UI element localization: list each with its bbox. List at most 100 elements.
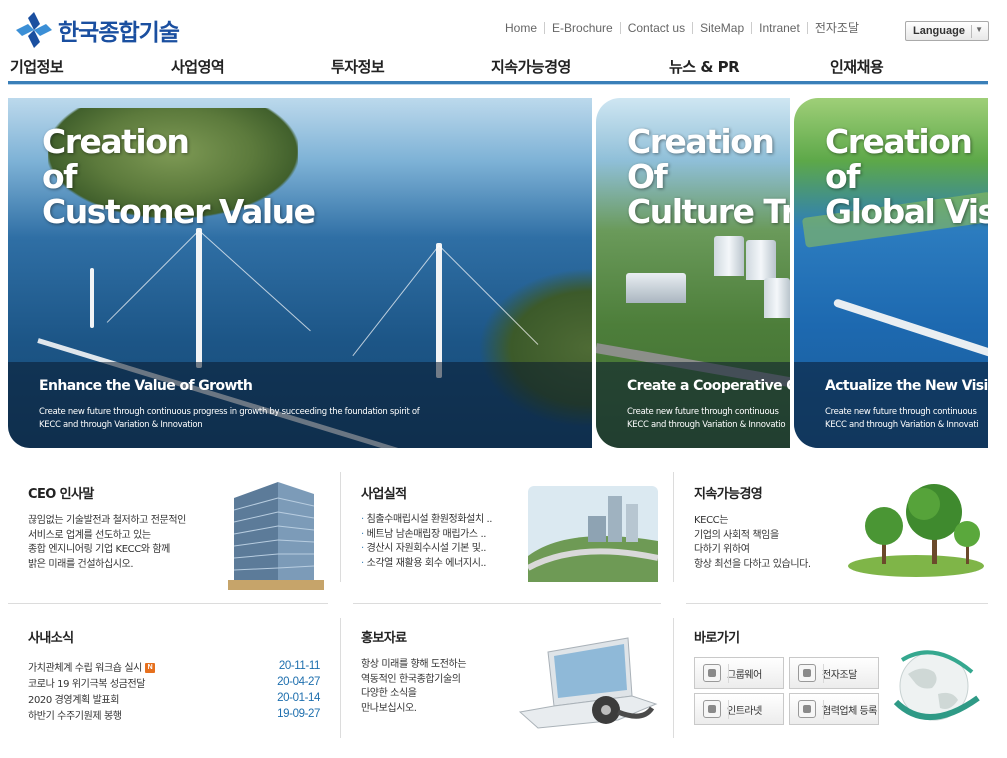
news-title: 2020 경영계획 발표회 xyxy=(28,694,120,706)
e-procurement-label: 전자조달 xyxy=(822,669,857,681)
banner-customer-value[interactable]: Creation of Customer Value Enhance the V… xyxy=(8,98,592,448)
nav-business-areas[interactable]: 사업영역 xyxy=(171,56,225,77)
language-divider xyxy=(971,25,972,38)
partner-registration-button[interactable]: 협력업체 등록 xyxy=(789,693,879,725)
banner-description-line: Create new future through continuous pro… xyxy=(39,407,420,417)
banner-description: Create new future through continuous KEC… xyxy=(825,406,988,432)
groupware-button[interactable]: 그룹웨어 xyxy=(694,657,784,689)
logo-text: 한국종합기술 xyxy=(58,20,180,46)
news-title: 코로나 19 위기극복 성금전달 xyxy=(28,678,146,690)
banner-headline-line: Creation xyxy=(42,122,190,161)
banner-culture[interactable]: Creation Of Culture Tr Create a Cooperat… xyxy=(596,98,790,448)
project-item[interactable]: 경산시 자원회수시설 기본 및.. xyxy=(361,542,492,557)
sustainability-text: KECC는 기업의 사회적 책임을 다하기 위하여 항상 최선을 다하고 있습니… xyxy=(694,514,811,572)
banner-description-line: Create new future through continuous xyxy=(825,407,977,417)
ceo-message-line: 끊임없는 기술발전과 철저하고 전문적인 xyxy=(28,515,186,526)
sustainability-title[interactable]: 지속가능경영 xyxy=(694,483,763,502)
section-divider xyxy=(673,618,674,738)
trees-image xyxy=(846,478,986,578)
ceo-message-line: 서비스로 업계를 선도하고 있는 xyxy=(28,529,151,541)
nav-investor-info[interactable]: 투자정보 xyxy=(331,56,385,77)
button-divider xyxy=(823,700,824,719)
intranet-link[interactable]: Intranet xyxy=(752,22,808,34)
section-divider xyxy=(340,618,341,738)
storage-tank-graphic xyxy=(746,240,776,280)
project-results-title[interactable]: 사업실적 xyxy=(361,483,407,502)
banner-caption-overlay xyxy=(596,362,790,448)
nav-company-info[interactable]: 기업정보 xyxy=(10,56,64,77)
project-item[interactable]: 침출수매립시설 환원정화설치 .. xyxy=(361,513,493,528)
sitemap-link[interactable]: SiteMap xyxy=(693,22,753,34)
e-brochure-link[interactable]: E-Brochure xyxy=(545,22,621,34)
bridge-cable-graphic xyxy=(198,230,311,332)
banner-headline-line: of xyxy=(42,157,78,196)
project-item[interactable]: 소각열 재활용 회수 에너지시.. xyxy=(361,557,492,572)
nav-careers[interactable]: 인재채용 xyxy=(830,56,884,77)
banner-description: Create new future through continuous KEC… xyxy=(627,406,790,432)
company-news-title[interactable]: 사내소식 xyxy=(28,627,74,646)
company-logo[interactable]: 한국종합기술 xyxy=(14,8,204,52)
globe-image xyxy=(888,638,984,734)
pr-materials-text: 항상 미래를 향해 도전하는 역동적인 한국종합기술의 다양한 소식을 만나보십… xyxy=(361,658,467,716)
section-divider xyxy=(8,603,328,604)
banner-subtitle: Create a Cooperative Co xyxy=(627,378,790,394)
bridge-pylon-graphic xyxy=(196,228,202,368)
project-list: 침출수매립시설 환원정화설치 .. 베트남 남손매립장 매립가스 .. 경산시 … xyxy=(361,513,493,572)
news-title: 하반기 수주기원제 봉행 xyxy=(28,710,122,722)
project-item[interactable]: 베트남 남손매립장 매립가스 .. xyxy=(361,528,492,543)
pier-graphic xyxy=(832,298,988,362)
banner-headline-line: Customer Value xyxy=(42,192,316,231)
banner-global-vision[interactable]: Creation of Global Visi Actualize the Ne… xyxy=(794,98,988,448)
monitor-icon xyxy=(798,664,816,682)
e-procurement-button[interactable]: 전자조달 xyxy=(789,657,879,689)
intranet-button[interactable]: 인트라넷 xyxy=(694,693,784,725)
news-row[interactable]: 2020 경영계획 발표회 20-01-14 xyxy=(28,690,320,706)
pr-line: 역동적인 한국종합기술의 xyxy=(361,673,461,685)
nav-divider-light xyxy=(8,84,988,85)
home-link[interactable]: Home xyxy=(498,22,546,34)
news-row[interactable]: 코로나 19 위기극복 성금전달 20-04-27 xyxy=(28,674,320,690)
ceo-message-line: 종합 엔지니어링 기업 KECC와 함께 xyxy=(28,544,170,555)
banner-headline: Creation Of Culture Tr xyxy=(627,124,790,229)
banner-headline: Creation of Global Visi xyxy=(825,124,988,229)
banner-headline-line: Global Visi xyxy=(825,192,988,231)
nav-sustainability[interactable]: 지속가능경영 xyxy=(491,56,571,77)
news-title-wrap: 가치관체계 수립 워크숍 실시 N xyxy=(28,659,155,674)
logo-mark-icon xyxy=(14,10,54,50)
news-title: 가치관체계 수립 워크숍 실시 xyxy=(28,662,142,674)
intranet-label: 인트라넷 xyxy=(727,705,762,717)
partner-registration-label: 협력업체 등록 xyxy=(822,705,877,717)
news-date: 19-09-27 xyxy=(277,708,320,720)
main-nav: 기업정보 사업영역 투자정보 지속가능경영 뉴스 & PR 인재채용 xyxy=(0,56,1007,82)
news-row[interactable]: 하반기 수주기원제 봉행 19-09-27 xyxy=(28,706,320,722)
pr-materials-title[interactable]: 홍보자료 xyxy=(361,627,407,646)
document-icon xyxy=(798,700,816,718)
news-date: 20-11-11 xyxy=(278,660,321,672)
shortcuts-title: 바로가기 xyxy=(694,631,740,646)
e-procurement-link[interactable]: 전자조달 xyxy=(808,22,866,34)
section-divider xyxy=(340,472,341,582)
section-divider xyxy=(353,603,661,604)
bridge-cable-graphic xyxy=(352,245,440,357)
banner-subtitle: Actualize the New Vision xyxy=(825,378,988,394)
new-badge-icon: N xyxy=(144,662,155,673)
building-graphic xyxy=(626,273,686,303)
banner-description-line: KECC and through Variation & Innovatio xyxy=(627,420,786,430)
user-icon xyxy=(703,700,721,718)
banner-description-line: KECC and through Variation & Innovati xyxy=(825,420,979,430)
banner-caption-overlay xyxy=(794,362,988,448)
banner-headline-line: of xyxy=(825,157,861,196)
contact-us-link[interactable]: Contact us xyxy=(621,22,694,34)
banner-headline-line: Of xyxy=(627,157,668,196)
nav-news-pr[interactable]: 뉴스 & PR xyxy=(669,56,740,77)
news-row[interactable]: 가치관체계 수립 워크숍 실시 N 20-11-11 xyxy=(28,658,320,674)
language-label: Language xyxy=(913,25,965,37)
banner-caption-overlay xyxy=(8,362,592,448)
storage-tank-graphic xyxy=(764,278,790,318)
button-divider xyxy=(728,664,729,683)
groupware-label: 그룹웨어 xyxy=(727,669,762,681)
bridge-pylon-graphic xyxy=(90,268,94,328)
ceo-message-title[interactable]: CEO 인사말 xyxy=(28,483,94,502)
language-select[interactable]: Language ▼ xyxy=(905,21,989,41)
plant-facility-image xyxy=(526,486,659,582)
